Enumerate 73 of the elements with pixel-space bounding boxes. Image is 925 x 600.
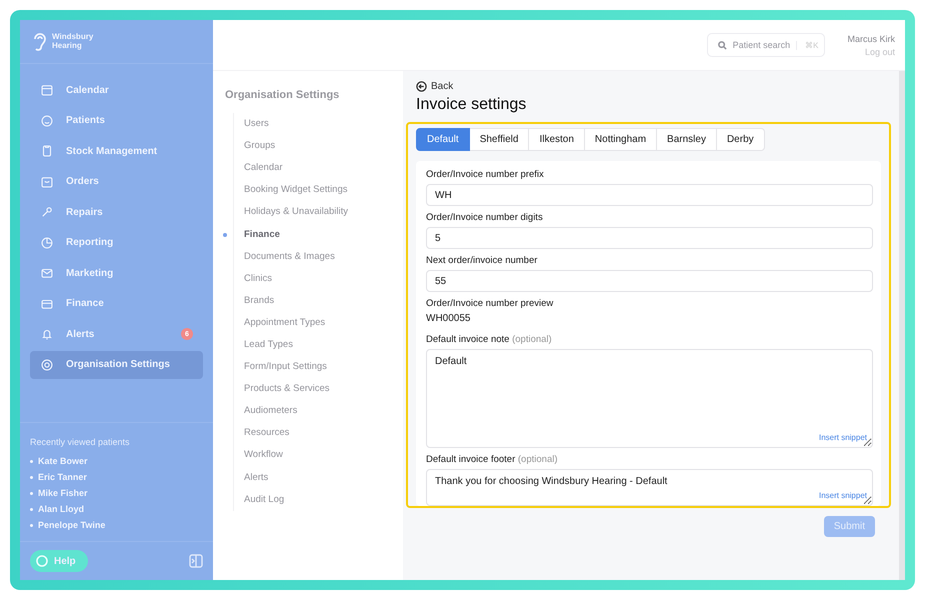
- settings-menu-item[interactable]: Holidays & Unavailability: [244, 206, 348, 218]
- settings-menu-item[interactable]: Alerts: [244, 472, 268, 484]
- location-tab[interactable]: Default: [416, 128, 470, 151]
- nav-icon: [40, 174, 54, 189]
- search-icon: [718, 40, 727, 50]
- field-label: Order/Invoice number preview: [426, 298, 554, 309]
- location-tab[interactable]: Sheffield: [470, 128, 530, 151]
- nav-icon: [40, 83, 54, 98]
- nav-icon: [40, 114, 54, 128]
- settings-menu-item[interactable]: Finance: [244, 228, 280, 241]
- sidebar-item[interactable]: Patients: [30, 106, 203, 135]
- recent-patient-link[interactable]: Kate Bower: [38, 456, 88, 466]
- nav-icon: [40, 266, 54, 280]
- nav-icon: [40, 236, 54, 250]
- settings-menu-item[interactable]: Form/Input Settings: [244, 361, 327, 374]
- settings-menu-item[interactable]: Users: [244, 118, 269, 130]
- field-label: Default invoice note (optional): [426, 334, 553, 345]
- submit-button[interactable]: Submit: [824, 516, 875, 537]
- settings-menu-item[interactable]: Resources: [244, 427, 290, 440]
- settings-menu-item[interactable]: Workflow: [244, 449, 283, 462]
- preview-value: WH00055: [426, 313, 472, 324]
- field-label: Next order/invoice number: [426, 255, 538, 266]
- recent-patient-link[interactable]: Penelope Twine: [38, 520, 106, 530]
- settings-heading: Organisation Settings: [225, 89, 340, 101]
- settings-menu-item[interactable]: Audiometers: [244, 405, 298, 418]
- sidebar-item[interactable]: Organisation Settings: [30, 350, 203, 379]
- insert-snippet-link[interactable]: Insert snippet: [818, 433, 867, 442]
- user-name: Marcus Kirk: [847, 34, 895, 44]
- settings-menu-item[interactable]: Calendar: [244, 162, 283, 174]
- active-dot-icon: [223, 232, 227, 237]
- text-field[interactable]: WH: [426, 184, 873, 206]
- section-heading: Recently viewed patients: [30, 437, 131, 447]
- location-tab[interactable]: Nottingham: [584, 128, 658, 151]
- nav-icon: [40, 358, 54, 372]
- logo-text: Windsbury Hearing: [52, 32, 94, 50]
- settings-menu-item[interactable]: Groups: [244, 140, 276, 152]
- text-field[interactable]: 5: [426, 227, 873, 249]
- sidebar-item[interactable]: Repairs: [30, 198, 203, 226]
- recent-patient-link[interactable]: Eric Tanner: [38, 472, 87, 482]
- settings-menu-item[interactable]: Lead Types: [244, 338, 293, 351]
- nav-icon: [40, 144, 54, 158]
- ear-logo-icon: [32, 30, 48, 52]
- field-label: Default invoice footer (optional): [426, 454, 558, 465]
- help-circle-icon: [36, 555, 48, 567]
- settings-menu-item[interactable]: Brands: [244, 294, 274, 307]
- logout-link[interactable]: Log out: [864, 46, 895, 56]
- insert-snippet-link[interactable]: Insert snippet: [818, 491, 867, 500]
- sidebar-item[interactable]: Marketing: [30, 259, 203, 288]
- nav-icon: [40, 327, 54, 342]
- settings-menu-item[interactable]: Documents & Images: [244, 250, 335, 263]
- location-tab[interactable]: Ilkeston: [529, 128, 585, 151]
- settings-menu-item[interactable]: Clinics: [244, 272, 272, 285]
- settings-menu-item[interactable]: Products & Services: [244, 383, 330, 396]
- nav-icon: [40, 205, 54, 220]
- sidebar-item[interactable]: Finance: [30, 290, 203, 318]
- sidebar-item[interactable]: Orders: [30, 168, 203, 196]
- field-label: Order/Invoice number prefix: [426, 169, 545, 180]
- location-tab[interactable]: Barnsley: [657, 128, 717, 151]
- back-arrow-icon: [416, 81, 427, 92]
- text-field[interactable]: 55: [426, 270, 873, 292]
- settings-menu-item[interactable]: Booking Widget Settings: [244, 184, 348, 196]
- back-link[interactable]: Back: [406, 81, 891, 92]
- recent-patient-link[interactable]: Mike Fisher: [38, 488, 88, 498]
- location-tab[interactable]: Derby: [716, 128, 765, 151]
- field-label: Order/Invoice number digits: [426, 212, 544, 223]
- settings-menu-item[interactable]: Audit Log: [244, 494, 284, 506]
- sidebar-toggle-icon[interactable]: [189, 554, 203, 568]
- recent-patient-link[interactable]: Alan Lloyd: [38, 504, 84, 514]
- sidebar-item[interactable]: Stock Management: [30, 137, 203, 166]
- sidebar-item[interactable]: Reporting: [30, 228, 203, 257]
- settings-menu-item[interactable]: Appointment Types: [244, 316, 326, 329]
- sidebar-item[interactable]: Calendar: [30, 76, 203, 104]
- page-title: Invoice settings: [416, 96, 528, 114]
